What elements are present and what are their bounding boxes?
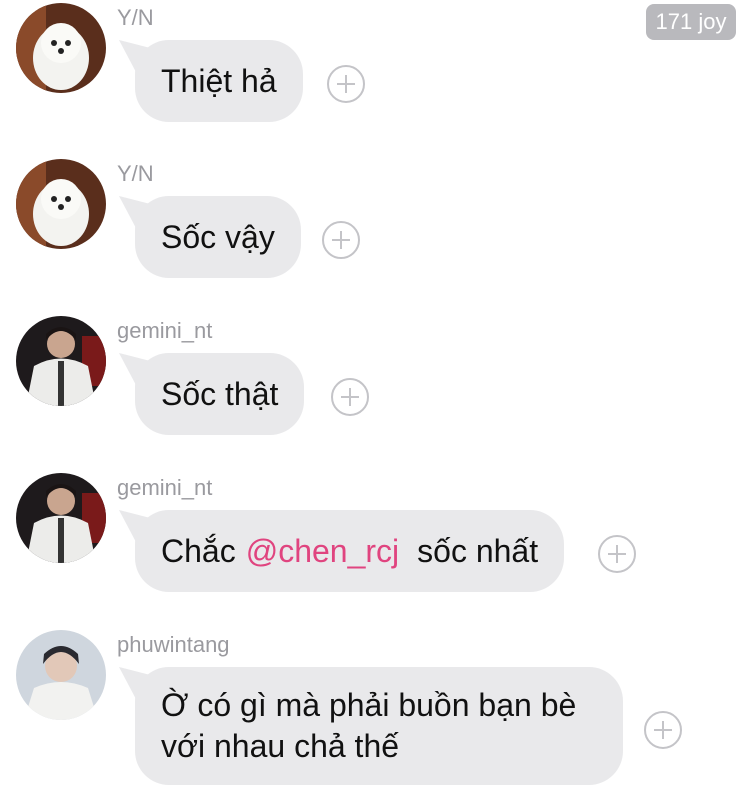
white-dog-avatar-icon[interactable] xyxy=(16,159,106,249)
message-bubble[interactable]: Thiệt hả xyxy=(135,40,303,122)
user-mention-link[interactable]: @chen_rcj xyxy=(246,533,399,570)
white-dog-avatar-icon[interactable] xyxy=(16,3,106,93)
add-reaction-icon[interactable] xyxy=(322,221,360,259)
message-bubble[interactable]: Sốc thật xyxy=(135,353,305,435)
man-portrait-avatar-icon[interactable] xyxy=(16,630,106,720)
message-text: Sốc thật xyxy=(161,375,279,412)
man-in-shirt-avatar-icon[interactable] xyxy=(16,473,106,563)
reaction-count-badge[interactable]: 171 joy xyxy=(646,4,736,40)
username[interactable]: Y/N xyxy=(117,3,154,33)
message-text: Sốc vậy xyxy=(161,218,275,255)
message-bubble[interactable]: Ờ có gì mà phải buồn bạn bè với nhau chả… xyxy=(135,667,623,785)
username[interactable]: gemini_nt xyxy=(117,473,212,503)
add-reaction-icon[interactable] xyxy=(331,378,369,416)
add-reaction-icon[interactable] xyxy=(327,65,365,103)
message-bubble[interactable]: Sốc vậy xyxy=(135,196,301,278)
add-reaction-icon[interactable] xyxy=(644,711,682,749)
username[interactable]: Y/N xyxy=(117,159,154,189)
man-in-shirt-avatar-icon[interactable] xyxy=(16,316,106,406)
username[interactable]: gemini_nt xyxy=(117,316,212,346)
message-text: Ờ có gì mà phải buồn bạn bè với nhau chả… xyxy=(161,687,577,764)
message-text: Chắc xyxy=(161,532,236,569)
username[interactable]: phuwintang xyxy=(117,630,230,660)
message-bubble[interactable]: Chắc @chen_rcj sốc nhất xyxy=(135,510,565,592)
add-reaction-icon[interactable] xyxy=(598,535,636,573)
message-text: sốc nhất xyxy=(417,532,539,569)
message-text: Thiệt hả xyxy=(161,62,277,99)
